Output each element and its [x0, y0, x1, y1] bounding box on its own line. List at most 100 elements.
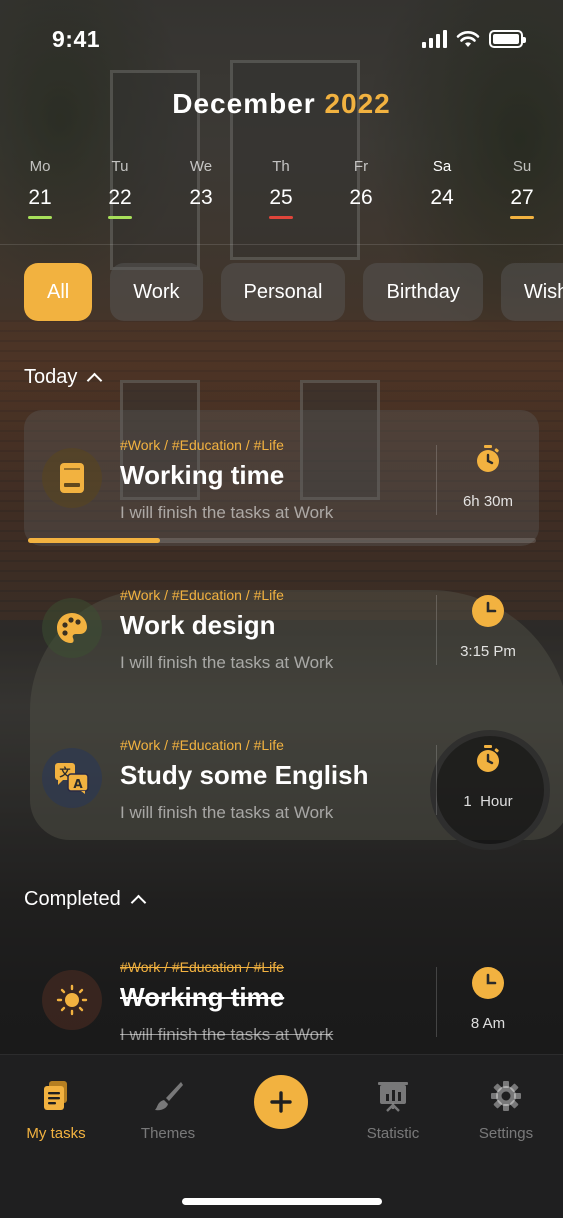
- task-icon-circle: [42, 448, 102, 508]
- nav-label: Themes: [140, 1125, 196, 1142]
- day-name: Mo: [29, 158, 51, 175]
- task-card[interactable]: 文 A #Work / #Education / #Life Study som…: [24, 710, 539, 846]
- day-cell[interactable]: Sa 24: [417, 158, 467, 210]
- day-cell[interactable]: Mo 21: [15, 158, 65, 219]
- task-description: I will finish the tasks at Work: [120, 803, 334, 822]
- task-icon-circle: [42, 970, 102, 1030]
- task-title: Working time: [120, 982, 285, 1012]
- translate-icon: 文 A: [55, 763, 89, 794]
- battery-icon: [489, 30, 526, 48]
- status-bar: 9:41: [0, 24, 563, 58]
- task-title: Working time: [120, 460, 285, 490]
- divider: [436, 595, 437, 665]
- month-name: December: [172, 88, 316, 119]
- bottom-nav: My tasks Themes Statistic Settings: [0, 1054, 563, 1218]
- svg-text:A: A: [73, 777, 83, 791]
- month-title: December 2022: [0, 88, 563, 120]
- cellular-signal-icon: [422, 30, 447, 48]
- nav-label: Statistic: [366, 1125, 420, 1142]
- task-tags: #Work / #Education / #Life: [120, 437, 284, 453]
- home-indicator[interactable]: [182, 1198, 382, 1205]
- task-time: 3:15 Pm: [460, 643, 516, 660]
- day-date: 27: [510, 186, 534, 209]
- day-name: Sa: [432, 158, 452, 175]
- task-icon-circle: 文 A: [42, 748, 102, 808]
- week-strip: Mo 21 Tu 22 We 23 Th 25 Fr 26 Sa 24 Su 2…: [0, 158, 563, 228]
- day-date: 26: [349, 186, 373, 209]
- day-marker: [28, 216, 52, 219]
- filter-chip-personal[interactable]: Personal: [220, 263, 346, 321]
- day-date: 25: [269, 186, 293, 209]
- task-duration: 6h 30m: [462, 493, 514, 510]
- section-title: Today: [24, 366, 78, 388]
- status-time: 9:41: [52, 26, 101, 52]
- divider: [436, 445, 437, 515]
- day-cell[interactable]: Fr 26: [336, 158, 386, 210]
- day-cell[interactable]: Su 27: [497, 158, 547, 219]
- add-task-button[interactable]: [254, 1075, 308, 1129]
- nav-statistic[interactable]: Statistic: [338, 1079, 448, 1142]
- palette-icon: [57, 613, 87, 643]
- task-icon-circle: [42, 598, 102, 658]
- day-cell[interactable]: Tu 22: [95, 158, 145, 219]
- day-marker: [510, 216, 534, 219]
- day-name: Tu: [111, 158, 129, 175]
- section-title: Completed: [24, 888, 121, 910]
- task-tags: #Work / #Education / #Life: [120, 737, 284, 753]
- task-title: Study some English: [120, 760, 369, 790]
- clock-icon: [472, 595, 504, 627]
- task-description: I will finish the tasks at Work: [120, 1025, 334, 1044]
- nav-label: My tasks: [26, 1125, 86, 1142]
- filter-chip-work[interactable]: Work: [110, 263, 203, 321]
- filter-chip-wish[interactable]: Wish: [500, 263, 563, 321]
- stopwatch-icon: [477, 745, 499, 772]
- chevron-up-icon: [130, 894, 146, 911]
- section-completed-header[interactable]: Completed: [24, 888, 146, 911]
- nav-my-tasks[interactable]: My tasks: [1, 1079, 111, 1142]
- day-name: Su: [512, 158, 532, 175]
- divider: [0, 244, 563, 245]
- clock-icon: [472, 967, 504, 999]
- wifi-icon: [456, 31, 480, 47]
- day-date: 22: [108, 186, 132, 209]
- book-icon: [60, 463, 84, 493]
- plus-icon: [270, 1091, 292, 1113]
- nav-settings[interactable]: Settings: [451, 1079, 561, 1142]
- paintbrush-icon: [155, 1082, 183, 1111]
- task-description: I will finish the tasks at Work: [120, 503, 334, 522]
- day-date: 21: [28, 186, 52, 209]
- task-progress-bar: [28, 538, 536, 543]
- filter-chip-birthday[interactable]: Birthday: [363, 263, 483, 321]
- day-name: Th: [272, 158, 290, 175]
- day-marker: [108, 216, 132, 219]
- day-name: Fr: [353, 158, 369, 175]
- gear-icon: [491, 1081, 521, 1111]
- task-time: 8 Am: [470, 1015, 506, 1032]
- section-today-header[interactable]: Today: [24, 366, 103, 389]
- day-cell[interactable]: We 23: [176, 158, 226, 210]
- day-date: 24: [430, 186, 454, 209]
- task-card[interactable]: #Work / #Education / #Life Working time …: [24, 410, 539, 546]
- nav-themes[interactable]: Themes: [113, 1079, 223, 1142]
- task-description: I will finish the tasks at Work: [120, 653, 334, 672]
- divider: [436, 745, 437, 815]
- statistic-icon: [378, 1082, 408, 1112]
- chevron-up-icon: [87, 372, 103, 389]
- filter-chips: All Work Personal Birthday Wish: [24, 263, 563, 321]
- day-date: 23: [189, 186, 213, 209]
- month-year: 2022: [324, 88, 391, 119]
- task-duration: 1 Hour: [463, 793, 513, 810]
- divider: [436, 967, 437, 1037]
- task-title: Work design: [120, 610, 276, 640]
- filter-chip-all[interactable]: All: [24, 263, 93, 321]
- task-tags: #Work / #Education / #Life: [120, 587, 284, 603]
- nav-label: Settings: [478, 1125, 534, 1142]
- stopwatch-icon: [477, 445, 499, 472]
- tasks-icon: [44, 1081, 67, 1110]
- task-card[interactable]: #Work / #Education / #Life Work design I…: [24, 560, 539, 696]
- task-tags: #Work / #Education / #Life: [120, 959, 284, 975]
- sun-icon: [56, 984, 88, 1016]
- day-cell[interactable]: Th 25: [256, 158, 306, 219]
- task-card-completed[interactable]: #Work / #Education / #Life Working time …: [24, 932, 539, 1068]
- day-name: We: [189, 158, 213, 175]
